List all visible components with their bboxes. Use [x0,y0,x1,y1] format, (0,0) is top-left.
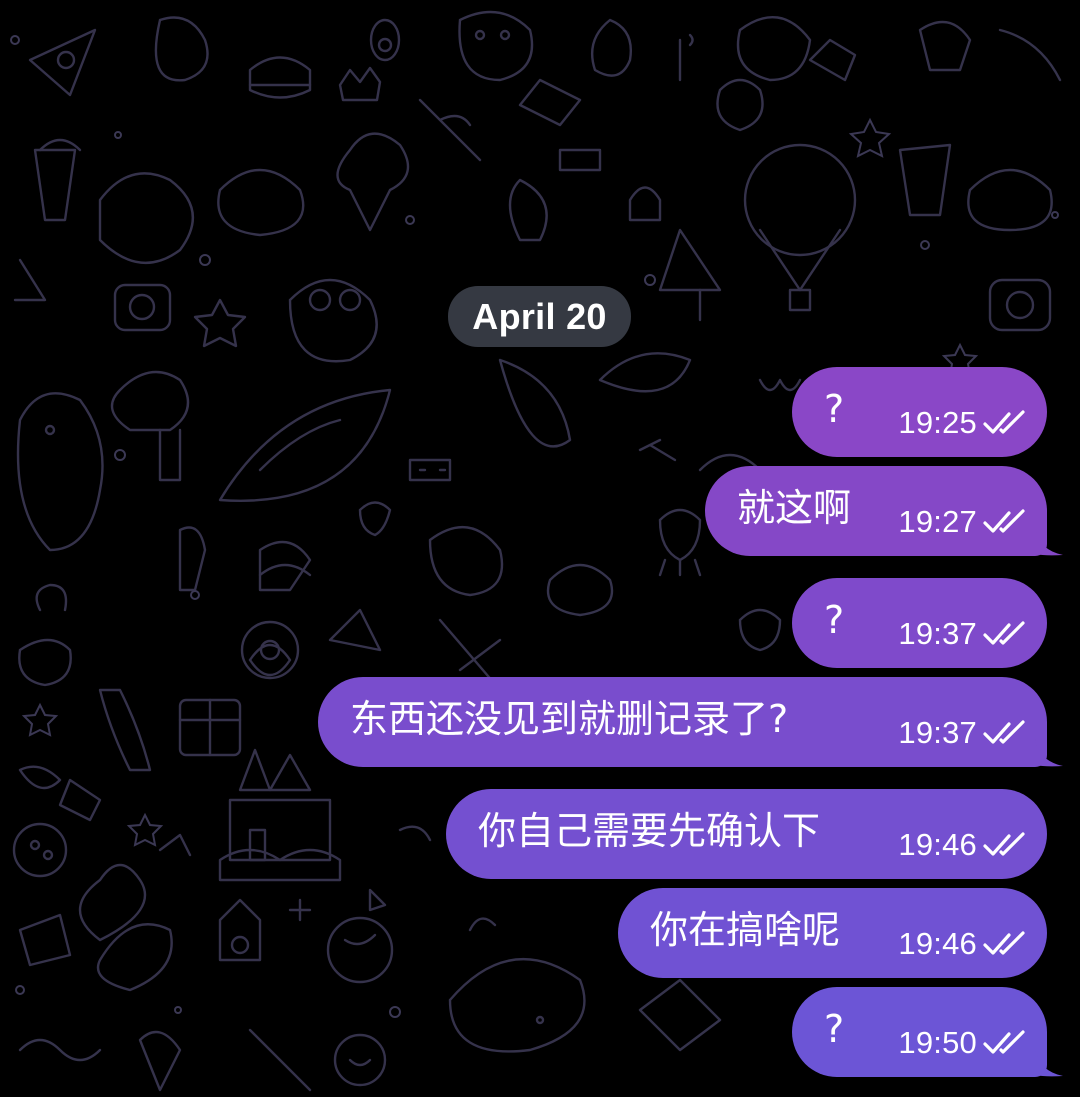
outgoing-message[interactable]: ? 19:25 [792,367,1047,457]
message-time: 19:37 [898,715,977,750]
read-double-check-icon [983,832,1025,856]
read-double-check-icon [983,621,1025,645]
date-separator: April 20 [448,286,631,347]
read-double-check-icon [983,509,1025,533]
read-double-check-icon [983,720,1025,744]
message-text: ? [824,387,845,431]
outgoing-message[interactable]: 就这啊 19:27 [705,466,1047,556]
bubble-tail [1035,739,1063,767]
message-text: 就这啊 [737,486,852,530]
outgoing-message[interactable]: ? 19:37 [792,578,1047,668]
outgoing-message[interactable]: ? 19:50 [792,987,1047,1077]
read-double-check-icon [983,410,1025,434]
message-meta: 19:46 [898,924,1029,964]
outgoing-message[interactable]: 东西还没见到就删记录了? 19:37 [318,677,1047,767]
message-meta: 19:37 [898,614,1029,654]
message-text: 你自己需要先确认下 [478,809,821,853]
message-meta: 19:50 [898,1023,1029,1063]
message-time: 19:46 [898,827,977,862]
message-list[interactable]: April 20 ? 19:25 就这啊 19:27 ? 19:37 东西还没见… [0,0,1080,1097]
outgoing-message[interactable]: 你在搞啥呢 19:46 [618,888,1047,978]
message-text: 你在搞啥呢 [650,908,841,952]
message-text: ? [824,598,845,642]
message-text: 东西还没见到就删记录了? [350,697,789,741]
message-meta: 19:25 [898,403,1029,443]
message-meta: 19:27 [898,502,1029,542]
message-meta: 19:46 [898,825,1029,865]
message-time: 19:50 [898,1025,977,1060]
message-meta: 19:37 [898,713,1029,753]
message-time: 19:25 [898,405,977,440]
read-double-check-icon [983,1030,1025,1054]
bubble-tail [1035,528,1063,556]
message-time: 19:46 [898,926,977,961]
message-time: 19:27 [898,504,977,539]
message-time: 19:37 [898,616,977,651]
outgoing-message[interactable]: 你自己需要先确认下 19:46 [446,789,1047,879]
message-text: ? [824,1007,845,1051]
read-double-check-icon [983,931,1025,955]
bubble-tail [1035,1049,1063,1077]
